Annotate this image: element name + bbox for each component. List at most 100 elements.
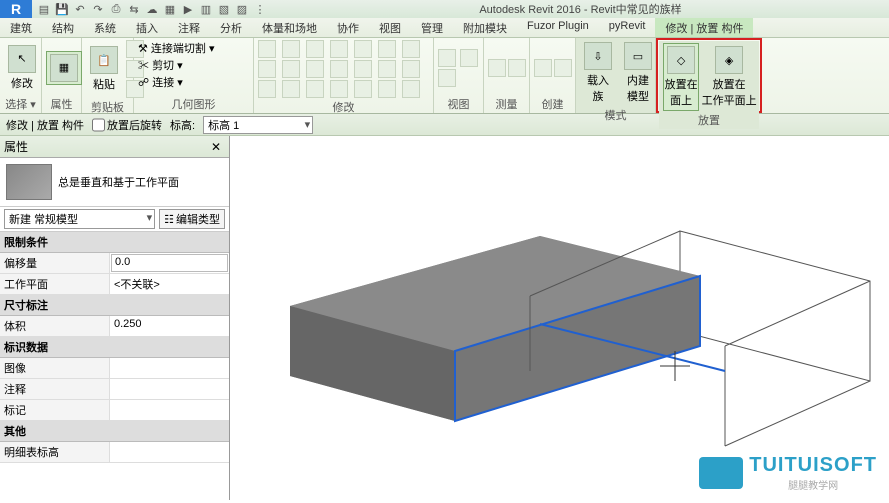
cope-button[interactable]: ⚒ 连接端切割 ▾ <box>138 40 215 56</box>
tool-icon[interactable] <box>402 60 420 78</box>
tab-collaborate[interactable]: 协作 <box>327 18 369 37</box>
level-combo[interactable]: 标高 1 <box>203 116 313 134</box>
view-icon[interactable] <box>438 69 456 87</box>
tab-view[interactable]: 视图 <box>369 18 411 37</box>
unpin-icon[interactable] <box>354 60 372 78</box>
instance-filter-combo[interactable]: 新建 常规模型 <box>4 209 155 229</box>
app-icon[interactable]: R <box>0 0 32 18</box>
qat-undo-icon[interactable]: ↶ <box>72 1 88 17</box>
qat-open-icon[interactable]: ▤ <box>36 1 52 17</box>
cat-dimensions[interactable]: 尺寸标注 <box>0 295 229 316</box>
qat-icon[interactable]: ⇆ <box>126 1 142 17</box>
tab-pyrevit[interactable]: pyRevit <box>599 18 656 37</box>
tab-modify-place[interactable]: 修改 | 放置 构件 <box>655 18 753 37</box>
workplane-value[interactable]: <不关联> <box>110 274 229 294</box>
tab-systems[interactable]: 系统 <box>84 18 126 37</box>
qat-save-icon[interactable]: 💾 <box>54 1 70 17</box>
panel-create: 创建 <box>530 38 576 113</box>
ribbon: ↖修改 选择 ▾ ▦ 属性 📋粘贴 剪贴板 ⚒ 连接端切割 ▾ ✂ 剪切 ▾ ☍… <box>0 38 889 114</box>
view-icon[interactable] <box>438 49 456 67</box>
tab-analyze[interactable]: 分析 <box>210 18 252 37</box>
place-on-workplane-button[interactable]: ◈放置在 工作平面上 <box>703 44 755 110</box>
prop-row: 图像 <box>0 358 229 379</box>
panel-label: 测量 <box>488 95 525 113</box>
panel-label[interactable]: 选择 ▾ <box>4 95 37 113</box>
tab-manage[interactable]: 管理 <box>411 18 453 37</box>
tab-addins[interactable]: 附加模块 <box>453 18 517 37</box>
properties-button[interactable]: ▦ <box>46 51 82 85</box>
view-icon[interactable] <box>460 49 478 67</box>
qat-redo-icon[interactable]: ↷ <box>90 1 106 17</box>
panel-view: 视图 <box>434 38 484 113</box>
comments-value[interactable] <box>110 379 229 399</box>
rotate-icon[interactable] <box>378 40 396 58</box>
tab-massing[interactable]: 体量和场地 <box>252 18 327 37</box>
prop-key: 明细表标高 <box>0 442 110 462</box>
tab-structure[interactable]: 结构 <box>42 18 84 37</box>
panel-label: 创建 <box>534 95 571 113</box>
tab-fuzor[interactable]: Fuzor Plugin <box>517 18 599 37</box>
mark-value[interactable] <box>110 400 229 420</box>
mirror-icon[interactable] <box>306 40 324 58</box>
place-on-face-button[interactable]: ◇放置在 面上 <box>663 43 699 111</box>
modify-button[interactable]: ↖修改 <box>4 43 40 93</box>
paste-label: 粘贴 <box>93 76 115 92</box>
tool-icon[interactable] <box>402 80 420 98</box>
tab-insert[interactable]: 插入 <box>126 18 168 37</box>
create-icon[interactable] <box>554 59 572 77</box>
paste-button[interactable]: 📋粘贴 <box>86 44 122 94</box>
pin-icon[interactable] <box>330 60 348 78</box>
tool-icon[interactable] <box>330 80 348 98</box>
qat-icon[interactable]: ▦ <box>162 1 178 17</box>
qat-print-icon[interactable]: ⎙ <box>108 1 124 17</box>
scale-icon[interactable] <box>306 60 324 78</box>
tab-annotate[interactable]: 注释 <box>168 18 210 37</box>
watermark-subtitle: 腿腿教学网 <box>749 477 877 492</box>
cat-identity[interactable]: 标识数据 <box>0 337 229 358</box>
prop-key: 标记 <box>0 400 110 420</box>
schedule-level-value[interactable] <box>110 442 229 462</box>
panel-label: 属性 <box>46 95 77 113</box>
rotate-after-placement-checkbox[interactable]: 放置后旋转 <box>92 116 162 134</box>
trim-icon[interactable] <box>402 40 420 58</box>
tab-architecture[interactable]: 建筑 <box>0 18 42 37</box>
panel-properties: ▦ 属性 <box>42 38 82 113</box>
close-icon[interactable]: ✕ <box>207 140 225 154</box>
dim-icon[interactable] <box>508 59 526 77</box>
type-thumbnail <box>6 164 52 200</box>
cut-geom-button[interactable]: ✂ 剪切 ▾ <box>138 57 183 73</box>
checkbox-input[interactable] <box>92 116 105 134</box>
qat-icon[interactable]: ▧ <box>216 1 232 17</box>
copy-icon[interactable] <box>354 40 372 58</box>
measure-icon[interactable] <box>488 59 506 77</box>
split-icon[interactable] <box>258 60 276 78</box>
cat-other[interactable]: 其他 <box>0 421 229 442</box>
qat-icon[interactable]: ⋮ <box>252 1 268 17</box>
type-selector[interactable]: 总是垂直和基于工作平面 <box>0 158 229 207</box>
align-icon[interactable] <box>258 40 276 58</box>
tool-icon[interactable] <box>258 80 276 98</box>
tool-icon[interactable] <box>354 80 372 98</box>
edit-type-button[interactable]: ☷ 编辑类型 <box>159 209 225 229</box>
qat-icon[interactable]: ▥ <box>198 1 214 17</box>
tool-icon[interactable] <box>306 80 324 98</box>
tool-icon[interactable] <box>282 80 300 98</box>
image-value[interactable] <box>110 358 229 378</box>
prop-key: 体积 <box>0 316 110 336</box>
qat-icon[interactable]: ▨ <box>234 1 250 17</box>
drawing-canvas[interactable]: TUITUISOFT 腿腿教学网 <box>230 136 889 500</box>
qat-icon[interactable]: ▶ <box>180 1 196 17</box>
tool-icon[interactable] <box>378 80 396 98</box>
delete-icon[interactable] <box>378 60 396 78</box>
array-icon[interactable] <box>282 60 300 78</box>
cat-constraints[interactable]: 限制条件 <box>0 232 229 253</box>
offset-icon[interactable] <box>282 40 300 58</box>
model-inplace-button[interactable]: ▭内建 模型 <box>620 40 656 106</box>
create-icon[interactable] <box>534 59 552 77</box>
qat-icon[interactable]: ☁ <box>144 1 160 17</box>
join-button[interactable]: ☍ 连接 ▾ <box>138 74 183 90</box>
prop-row: 标记 <box>0 400 229 421</box>
move-icon[interactable] <box>330 40 348 58</box>
offset-input[interactable]: 0.0 <box>111 254 228 272</box>
load-family-button[interactable]: ⇩载入 族 <box>580 40 616 106</box>
